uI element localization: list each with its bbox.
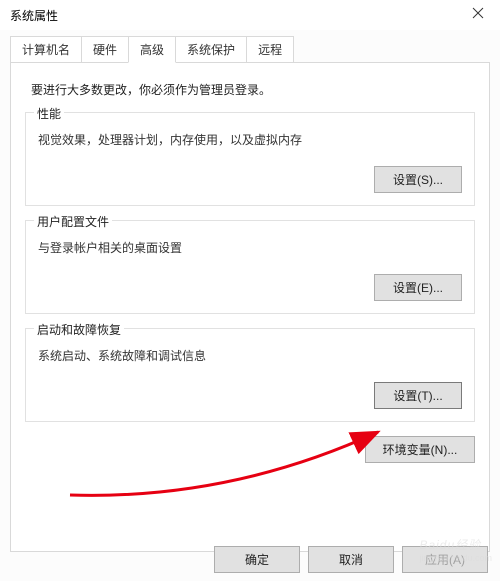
close-icon bbox=[472, 7, 484, 19]
performance-settings-button[interactable]: 设置(S)... bbox=[374, 166, 462, 193]
environment-variables-button[interactable]: 环境变量(N)... bbox=[365, 436, 475, 463]
tab-computer-name[interactable]: 计算机名 bbox=[10, 36, 82, 63]
group-startup-recovery: 启动和故障恢复 系统启动、系统故障和调试信息 设置(T)... bbox=[25, 328, 475, 422]
group-performance-desc: 视觉效果，处理器计划，内存使用，以及虚拟内存 bbox=[38, 131, 462, 148]
advanced-panel: 要进行大多数更改，你必须作为管理员登录。 性能 视觉效果，处理器计划，内存使用，… bbox=[10, 62, 490, 552]
apply-button[interactable]: 应用(A) bbox=[402, 546, 488, 573]
group-user-profiles-desc: 与登录帐户相关的桌面设置 bbox=[38, 239, 462, 256]
group-performance: 性能 视觉效果，处理器计划，内存使用，以及虚拟内存 设置(S)... bbox=[25, 112, 475, 206]
group-startup-recovery-desc: 系统启动、系统故障和调试信息 bbox=[38, 347, 462, 364]
tab-system-protection[interactable]: 系统保护 bbox=[175, 36, 247, 63]
user-profiles-settings-button[interactable]: 设置(E)... bbox=[374, 274, 462, 301]
dialog-button-row: 确定 取消 应用(A) bbox=[214, 546, 488, 573]
titlebar: 系统属性 bbox=[0, 0, 500, 30]
group-performance-title: 性能 bbox=[34, 105, 64, 122]
tab-strip: 计算机名 硬件 高级 系统保护 远程 bbox=[10, 36, 490, 63]
close-button[interactable] bbox=[458, 0, 498, 27]
tab-remote[interactable]: 远程 bbox=[246, 36, 294, 63]
group-user-profiles-title: 用户配置文件 bbox=[34, 213, 112, 230]
env-variables-row: 环境变量(N)... bbox=[25, 436, 475, 463]
tab-hardware[interactable]: 硬件 bbox=[81, 36, 129, 63]
panel-description: 要进行大多数更改，你必须作为管理员登录。 bbox=[25, 81, 475, 98]
ok-button[interactable]: 确定 bbox=[214, 546, 300, 573]
startup-recovery-settings-button[interactable]: 设置(T)... bbox=[374, 382, 462, 409]
tab-advanced[interactable]: 高级 bbox=[128, 36, 176, 63]
group-startup-recovery-title: 启动和故障恢复 bbox=[34, 321, 124, 338]
window-title: 系统属性 bbox=[10, 7, 58, 24]
cancel-button[interactable]: 取消 bbox=[308, 546, 394, 573]
group-user-profiles: 用户配置文件 与登录帐户相关的桌面设置 设置(E)... bbox=[25, 220, 475, 314]
